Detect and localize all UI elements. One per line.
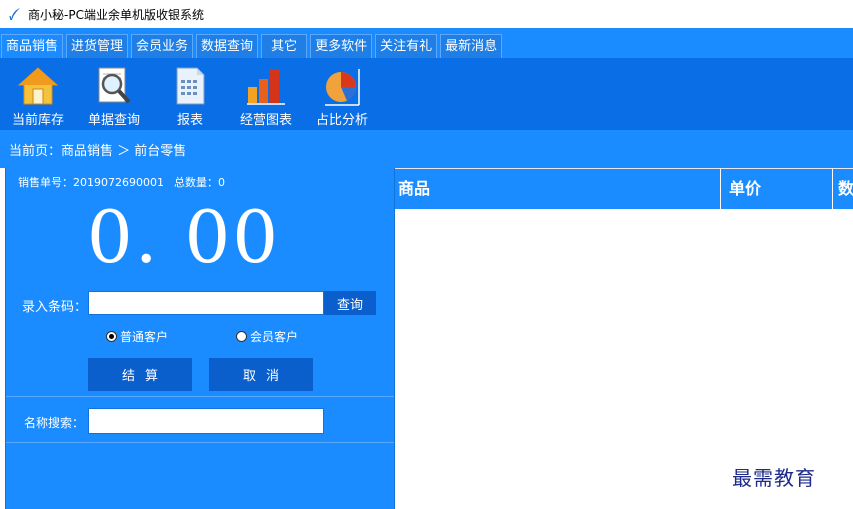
query-button[interactable]: 查询	[324, 291, 376, 315]
tab-other[interactable]: 其它	[261, 34, 308, 58]
report-document-icon	[176, 67, 205, 105]
tab-purchase[interactable]: 进货管理	[66, 34, 129, 58]
watermark-text: 最需教育	[732, 466, 816, 490]
cancel-button[interactable]: 取消	[209, 358, 313, 391]
breadcrumb: 当前页：商品销售 ＞ 前台零售	[0, 130, 853, 168]
toolbar-label: 报表	[176, 113, 203, 128]
total-qty-value: 0	[217, 176, 225, 189]
toolbar-label: 当前库存	[11, 113, 64, 128]
bar-chart-icon	[247, 69, 285, 105]
toolbar: 当前库存 单据查询 报表 经营图表 占比分析	[0, 58, 853, 130]
order-info: 销售单号：2019072690001 总数量：0	[18, 174, 225, 190]
toolbar-report[interactable]: 报表	[152, 58, 228, 130]
order-no-value: 2019072690001	[73, 176, 164, 189]
toolbar-label: 占比分析	[315, 113, 368, 128]
menu-bar: 商品销售 进货管理 会员业务 数据查询 其它 更多软件 关注有礼 最新消息	[0, 28, 853, 59]
sale-panel: 销售单号：2019072690001 总数量：0 0. 00 录入条码： 查询 普…	[5, 168, 395, 509]
name-search-input[interactable]	[88, 408, 324, 434]
name-search-label: 名称搜索：	[24, 416, 85, 430]
tab-member[interactable]: 会员业务	[131, 34, 194, 58]
divider	[6, 442, 394, 443]
divider	[6, 396, 394, 397]
toolbar-label: 单据查询	[87, 113, 140, 128]
barcode-label: 录入条码：	[22, 300, 88, 315]
product-table-header: 商品 单价 数	[395, 168, 853, 209]
tab-latest-news[interactable]: 最新消息	[440, 34, 503, 58]
magnifier-document-icon	[98, 67, 131, 104]
radio-selected-icon	[106, 331, 117, 342]
tab-sales[interactable]: 商品销售	[1, 34, 64, 58]
radio-member-label: 会员客户	[250, 330, 299, 344]
window-title: 商小秘-PC端业余单机版收银系统	[28, 7, 204, 22]
column-header-quantity[interactable]: 数	[832, 169, 853, 209]
total-qty-label: 总数量：	[173, 176, 218, 189]
column-header-price[interactable]: 单价	[720, 169, 832, 209]
toolbar-label: 经营图表	[239, 113, 292, 128]
radio-normal-label: 普通客户	[120, 330, 169, 344]
tab-more-software[interactable]: 更多软件	[310, 34, 373, 58]
barcode-input[interactable]	[88, 291, 324, 315]
toolbar-current-stock[interactable]: 当前库存	[0, 58, 76, 130]
radio-member-customer[interactable]: 会员客户	[236, 328, 298, 345]
tab-follow-gift[interactable]: 关注有礼	[375, 34, 438, 58]
amount-display: 0. 00	[86, 195, 281, 279]
toolbar-ratio-analysis[interactable]: 占比分析	[304, 58, 380, 130]
title-bar: 商小秘-PC端业余单机版收银系统	[0, 0, 853, 28]
order-no-label: 销售单号：	[18, 176, 73, 189]
toolbar-business-chart[interactable]: 经营图表	[228, 58, 304, 130]
radio-normal-customer[interactable]: 普通客户	[106, 328, 168, 345]
feather-logo-icon	[9, 8, 20, 21]
pie-chart-icon	[325, 69, 360, 106]
tab-data-query[interactable]: 数据查询	[196, 34, 259, 58]
column-header-product[interactable]: 商品	[395, 169, 720, 209]
house-icon	[17, 67, 59, 105]
radio-unselected-icon	[236, 331, 247, 342]
breadcrumb-text: 当前页：商品销售 ＞ 前台零售	[9, 143, 187, 159]
toolbar-document-query[interactable]: 单据查询	[76, 58, 152, 130]
checkout-button[interactable]: 结算	[88, 358, 192, 391]
